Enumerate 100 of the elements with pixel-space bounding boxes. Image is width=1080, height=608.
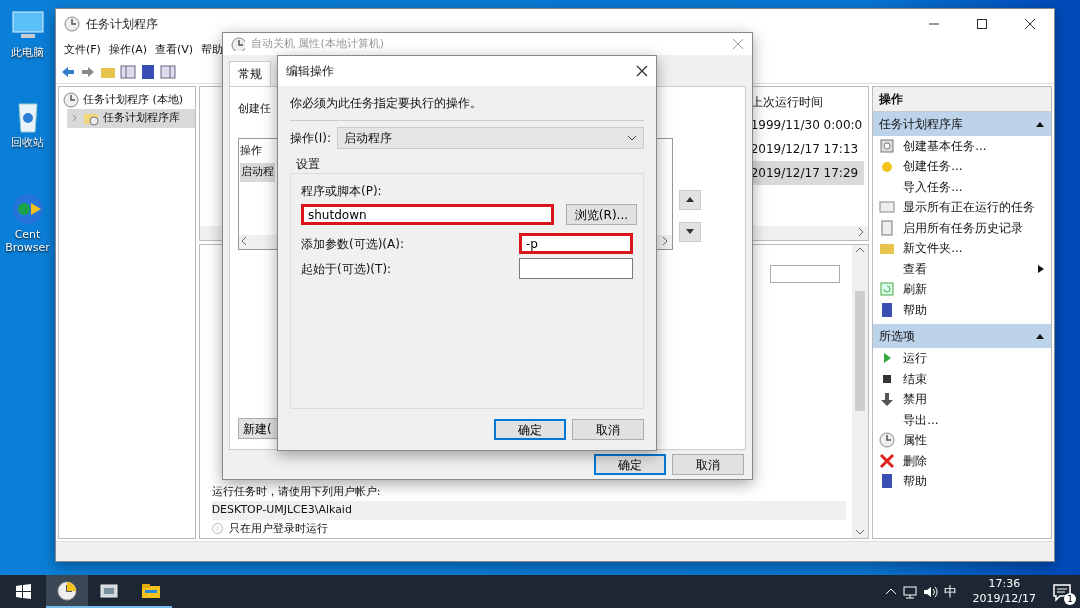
action-dropdown[interactable]: 启动程序: [336, 127, 644, 149]
action-label: 结束: [903, 370, 928, 388]
table-cell[interactable]: 启动程: [240, 163, 275, 182]
collapse-icon[interactable]: [1035, 332, 1045, 340]
network-icon[interactable]: [902, 584, 917, 599]
panel-icon[interactable]: [120, 64, 136, 80]
move-up-button[interactable]: [679, 189, 701, 210]
document-icon: [879, 219, 896, 236]
chevron-up-icon[interactable]: [884, 586, 897, 597]
tab[interactable]: 常规: [229, 61, 271, 86]
scrollbar-thumb[interactable]: [855, 291, 866, 412]
group-title: 设置: [296, 156, 321, 173]
action-item[interactable]: 帮助: [873, 299, 1051, 320]
volume-icon[interactable]: [922, 584, 938, 599]
action-label: 新文件夹...: [903, 240, 963, 258]
windows-logo-icon: [15, 584, 31, 599]
action-label: 刷新: [903, 281, 928, 299]
menu-item[interactable]: 查看(V): [155, 42, 194, 59]
dialog-title: 编辑操作: [286, 63, 334, 80]
action-item[interactable]: 查看: [873, 258, 1051, 279]
ime-indicator[interactable]: 中: [943, 581, 957, 602]
close-icon[interactable]: [1024, 18, 1036, 30]
instruction-text: 你必须为此任务指定要执行的操作。: [290, 94, 644, 121]
field-label: 操作(I):: [290, 130, 331, 147]
action-label: 删除: [903, 452, 928, 470]
action-label: 查看: [903, 260, 928, 278]
down-arrow-icon: [879, 391, 896, 408]
action-label: 导入任务...: [903, 178, 963, 196]
maximize-icon[interactable]: [976, 18, 988, 30]
action-item[interactable]: 删除: [873, 450, 1051, 471]
cancel-button[interactable]: 取消: [672, 454, 744, 475]
text-field[interactable]: [519, 258, 633, 279]
menu-item[interactable]: 操作(A): [108, 42, 148, 59]
submenu-arrow-icon: [1037, 263, 1045, 274]
action-label: 运行: [903, 350, 928, 368]
tree-item[interactable]: 任务计划程序库: [67, 109, 195, 128]
action-item[interactable]: 启用所有任务历史记录: [873, 217, 1051, 238]
desktop-icon-label: 回收站: [11, 136, 44, 150]
action-item[interactable]: 创建任务...: [873, 156, 1051, 177]
field-label: 程序或脚本(P):: [301, 183, 383, 200]
down-arrow-icon: [686, 229, 694, 234]
ok-button[interactable]: 确定: [494, 419, 566, 440]
text-field[interactable]: shutdown: [301, 204, 554, 225]
action-label: 启用所有任务历史记录: [903, 219, 1024, 237]
window-icon: [879, 199, 896, 216]
move-down-button[interactable]: [679, 221, 701, 242]
tree-item[interactable]: 任务计划程序 (本地): [59, 90, 195, 109]
action-label: 导出...: [903, 411, 939, 429]
section-header[interactable]: 所选项: [879, 327, 916, 345]
browse-button[interactable]: 浏览(R)...: [565, 204, 637, 225]
ok-button[interactable]: 确定: [594, 454, 666, 475]
pane-title: 操作: [873, 86, 1051, 112]
cancel-button[interactable]: 取消: [572, 419, 644, 440]
radio-button[interactable]: [211, 523, 223, 535]
action-item[interactable]: 帮助: [873, 471, 1051, 492]
field-label: 起始于(可选)(T):: [301, 260, 392, 278]
tree-item-label: 任务计划程序 (本地): [83, 91, 184, 108]
account-label: 运行任务时，请使用下列用户帐户:: [211, 483, 382, 500]
panel-icon[interactable]: [160, 64, 176, 80]
notification-badge: 1: [1064, 592, 1076, 605]
close-icon[interactable]: [636, 65, 648, 77]
action-item[interactable]: 导入任务...: [873, 176, 1051, 197]
intro-text: 创建任: [238, 101, 271, 117]
taskbar-app[interactable]: [46, 575, 88, 608]
field-label: 添加参数(可选)(A):: [301, 235, 404, 253]
action-label: 创建任务...: [903, 158, 963, 176]
action-item[interactable]: 禁用: [873, 389, 1051, 410]
action-item[interactable]: 新文件夹...: [873, 238, 1051, 259]
action-item[interactable]: 属性: [873, 430, 1051, 451]
up-arrow-icon: [686, 197, 694, 202]
desktop-icon-label: Cent Browser: [4, 228, 51, 255]
dialog-title: 自动关机 属性(本地计算机): [251, 35, 385, 52]
radio-label: 只在用户登录时运行: [228, 520, 328, 537]
refresh-icon: [879, 281, 896, 298]
action-label: 属性: [903, 432, 928, 450]
action-item[interactable]: 创建基本任务...: [873, 135, 1051, 156]
tree-item-label: 任务计划程序库: [103, 110, 180, 126]
action-item[interactable]: 导出...: [873, 409, 1051, 430]
action-item[interactable]: 运行: [873, 348, 1051, 369]
notification-icon[interactable]: [1052, 581, 1072, 602]
action-label: 禁用: [903, 391, 928, 409]
action-label: 显示所有正在运行的任务: [903, 199, 1036, 217]
text-field[interactable]: [770, 264, 841, 283]
menu-item[interactable]: 帮助: [201, 42, 224, 59]
window-title: 任务计划程序: [86, 16, 158, 33]
delete-icon: [879, 452, 896, 469]
action-item[interactable]: 结束: [873, 368, 1051, 389]
action-label: 帮助: [903, 301, 928, 319]
action-label: 创建基本任务...: [903, 137, 987, 155]
clock[interactable]: 17:36 2019/12/17: [972, 577, 1036, 606]
forward-arrow-icon[interactable]: [80, 64, 96, 80]
table-cell-text: 1999/11/30 0:00:0: [749, 116, 864, 134]
action-item[interactable]: 刷新: [873, 279, 1051, 300]
menu-item[interactable]: 文件(F): [64, 42, 101, 59]
table-cell-text: 2019/12/17 17:13: [749, 140, 860, 158]
action-item[interactable]: 显示所有正在运行的任务: [873, 197, 1051, 218]
account-name: DESKTOP-UMJLCE3\Alkaid: [211, 501, 847, 520]
back-arrow-icon[interactable]: [60, 64, 76, 80]
action-label: 帮助: [903, 473, 928, 491]
text-field[interactable]: -p: [519, 233, 633, 254]
